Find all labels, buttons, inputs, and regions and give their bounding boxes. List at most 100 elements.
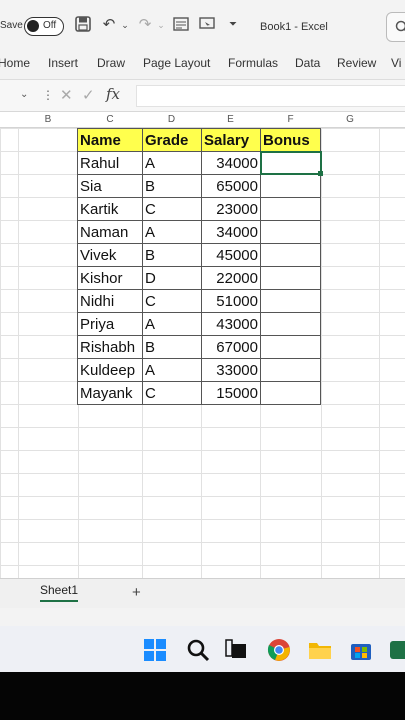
cell-grade[interactable]: A <box>142 358 202 382</box>
tab-data[interactable]: Data <box>295 56 320 70</box>
undo-dropdown-icon[interactable]: ⌄ <box>116 16 134 34</box>
cell-bonus[interactable] <box>260 312 321 336</box>
cell-bonus[interactable] <box>260 358 321 382</box>
name-box-dropdown-icon[interactable]: ⌄ <box>20 89 28 100</box>
cell-bonus[interactable] <box>260 197 321 221</box>
screen-icon[interactable] <box>198 16 216 34</box>
add-sheet-button[interactable]: + <box>132 584 141 601</box>
cell-grade[interactable]: A <box>142 151 202 175</box>
table-row: Priya A 43000 <box>77 312 321 336</box>
cell-bonus[interactable] <box>260 381 321 405</box>
cell-salary[interactable]: 34000 <box>201 220 261 244</box>
cell-salary[interactable]: 45000 <box>201 243 261 267</box>
cell-name[interactable]: Rishabh <box>77 335 143 359</box>
header-grade[interactable]: Grade <box>142 128 202 152</box>
column-header-d[interactable]: D <box>142 114 201 125</box>
cell-salary[interactable]: 23000 <box>201 197 261 221</box>
cell-name[interactable]: Kishor <box>77 266 143 290</box>
column-header-g[interactable]: G <box>321 114 379 125</box>
formula-input[interactable] <box>136 85 405 107</box>
tab-insert[interactable]: Insert <box>48 56 78 70</box>
column-header-c[interactable]: C <box>78 114 142 125</box>
fill-handle[interactable] <box>318 171 323 176</box>
enter-icon[interactable]: ✓ <box>82 86 95 104</box>
header-bonus[interactable]: Bonus <box>260 128 321 152</box>
store-icon[interactable] <box>349 638 373 662</box>
cell-grade[interactable]: D <box>142 266 202 290</box>
ribbon-tabs: Home Insert Draw Page Layout Formulas Da… <box>0 46 405 80</box>
tab-view[interactable]: Vi <box>391 56 401 70</box>
autosave-state: Off <box>43 20 57 31</box>
cancel-icon[interactable]: ✕ <box>60 86 73 104</box>
cell-name[interactable]: Nidhi <box>77 289 143 313</box>
cell-name[interactable]: Naman <box>77 220 143 244</box>
table-row: Rishabh B 67000 <box>77 335 321 359</box>
autosave-label: Save <box>0 20 23 31</box>
header-salary[interactable]: Salary <box>201 128 261 152</box>
cell-name[interactable]: Priya <box>77 312 143 336</box>
cell-name[interactable]: Mayank <box>77 381 143 405</box>
customize-quick-access-icon[interactable]: ⏷ <box>224 16 242 34</box>
search-icon[interactable] <box>186 638 210 662</box>
cell-salary[interactable]: 22000 <box>201 266 261 290</box>
cell-salary[interactable]: 43000 <box>201 312 261 336</box>
save-icon[interactable] <box>74 16 92 34</box>
cell-grade[interactable]: A <box>142 220 202 244</box>
cell-salary[interactable]: 15000 <box>201 381 261 405</box>
cell-bonus[interactable] <box>260 174 321 198</box>
tab-formulas[interactable]: Formulas <box>228 56 278 70</box>
search-button[interactable] <box>386 12 405 42</box>
form-icon[interactable] <box>172 16 190 34</box>
cell-salary[interactable]: 33000 <box>201 358 261 382</box>
cell-grade[interactable]: C <box>142 197 202 221</box>
cell-grade[interactable]: C <box>142 381 202 405</box>
cell-salary[interactable]: 34000 <box>201 151 261 175</box>
cell-bonus[interactable] <box>260 289 321 313</box>
chrome-icon[interactable] <box>267 638 291 662</box>
column-header-e[interactable]: E <box>201 114 260 125</box>
device-bezel <box>0 672 405 720</box>
cell-bonus[interactable] <box>260 266 321 290</box>
cell-salary[interactable]: 67000 <box>201 335 261 359</box>
column-header-f[interactable]: F <box>260 114 321 125</box>
taskbar <box>0 626 405 672</box>
table-row: Naman A 34000 <box>77 220 321 244</box>
cell-grade[interactable]: B <box>142 335 202 359</box>
windows-start-icon[interactable] <box>143 638 167 662</box>
cell-salary[interactable]: 51000 <box>201 289 261 313</box>
table-row: Sia B 65000 <box>77 174 321 198</box>
office-icon[interactable] <box>389 638 405 662</box>
tab-draw[interactable]: Draw <box>97 56 125 70</box>
cell-grade[interactable]: C <box>142 289 202 313</box>
column-header-b[interactable]: B <box>18 114 78 125</box>
column-headers: B C D E F G <box>0 112 405 128</box>
document-title: Book1 - Excel <box>260 21 328 33</box>
insert-function-icon[interactable]: fx <box>106 85 120 103</box>
cell-bonus[interactable] <box>260 220 321 244</box>
cell-grade[interactable]: B <box>142 243 202 267</box>
header-name[interactable]: Name <box>77 128 143 152</box>
cell-name[interactable]: Kartik <box>77 197 143 221</box>
sheet-tab-sheet1[interactable]: Sheet1 <box>40 583 79 602</box>
redo-dropdown-icon[interactable]: ⌄ <box>152 16 170 34</box>
cell-name[interactable]: Kuldeep <box>77 358 143 382</box>
file-explorer-icon[interactable] <box>308 638 332 662</box>
table-header-row: Name Grade Salary Bonus <box>77 128 321 152</box>
more-options-icon[interactable]: ⋮ <box>42 88 54 102</box>
cell-name[interactable]: Vivek <box>77 243 143 267</box>
cell-grade[interactable]: A <box>142 312 202 336</box>
cell-name[interactable]: Sia <box>77 174 143 198</box>
task-view-icon[interactable] <box>224 638 248 662</box>
cell-grade[interactable]: B <box>142 174 202 198</box>
active-cell-selection[interactable] <box>260 151 322 175</box>
tab-review[interactable]: Review <box>337 56 376 70</box>
cell-bonus[interactable] <box>260 335 321 359</box>
autosave-toggle[interactable]: Off <box>24 17 64 36</box>
cell-bonus[interactable] <box>260 243 321 267</box>
status-bar <box>0 608 405 626</box>
tab-page-layout[interactable]: Page Layout <box>143 56 210 70</box>
cell-name[interactable]: Rahul <box>77 151 143 175</box>
cell-salary[interactable]: 65000 <box>201 174 261 198</box>
tab-home[interactable]: Home <box>0 56 30 70</box>
search-icon <box>395 20 405 32</box>
